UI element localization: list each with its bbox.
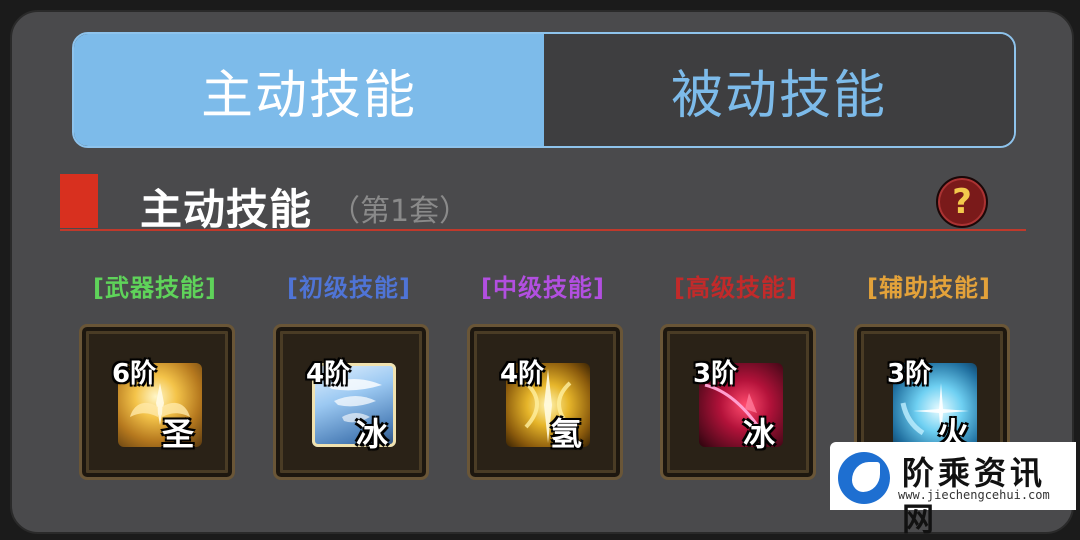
section-marker bbox=[60, 174, 98, 228]
skill-level: 6阶 bbox=[112, 359, 157, 389]
category-support-skills: [辅助技能] bbox=[867, 274, 991, 302]
skill-slot-weapon[interactable]: 6阶 圣 bbox=[79, 324, 235, 480]
watermark-url: www.jiechengcehui.com bbox=[898, 488, 1050, 502]
skill-set-label: （第1套） bbox=[330, 194, 470, 229]
site-watermark: 阶乘资讯网 www.jiechengcehui.com bbox=[830, 442, 1076, 538]
question-mark-icon: ? bbox=[952, 182, 972, 222]
section-title: 主动技能 bbox=[140, 185, 313, 234]
skill-level: 3阶 bbox=[693, 359, 738, 389]
skill-level: 4阶 bbox=[306, 359, 351, 389]
skill-element: 氢 bbox=[550, 415, 583, 453]
category-weapon-skills: [武器技能] bbox=[93, 274, 217, 302]
section-header: 主动技能 （第1套） ? bbox=[60, 174, 1030, 234]
skill-element: 冰 bbox=[356, 415, 389, 453]
skill-level: 4阶 bbox=[500, 359, 545, 389]
eagle-logo-icon bbox=[838, 452, 890, 504]
skill-slot-basic[interactable]: 4阶 冰 bbox=[273, 324, 429, 480]
category-intermediate-skills: [中级技能] bbox=[481, 274, 605, 302]
skill-slot-advanced[interactable]: 3阶 冰 bbox=[660, 324, 816, 480]
skill-element: 冰 bbox=[743, 415, 776, 453]
skill-level: 3阶 bbox=[887, 359, 932, 389]
category-basic-skills: [初级技能] bbox=[287, 274, 411, 302]
help-button[interactable]: ? bbox=[936, 176, 988, 228]
skill-slot-intermediate[interactable]: 4阶 氢 bbox=[467, 324, 623, 480]
tab-passive-skills[interactable]: 被动技能 bbox=[544, 34, 1014, 146]
tab-active-skills[interactable]: 主动技能 bbox=[74, 34, 544, 146]
skill-element: 圣 bbox=[162, 415, 195, 453]
section-divider bbox=[60, 229, 1026, 231]
skill-tab-bar: 主动技能 被动技能 bbox=[72, 32, 1016, 148]
category-advanced-skills: [高级技能] bbox=[674, 274, 798, 302]
